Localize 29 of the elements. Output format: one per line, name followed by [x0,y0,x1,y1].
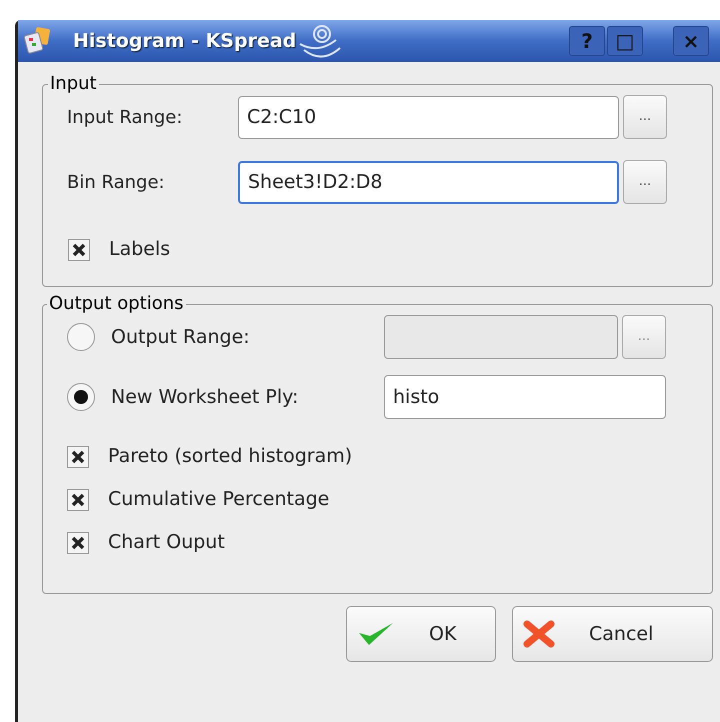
cancel-button[interactable]: Cancel [512,606,713,662]
browse-button[interactable]: ... [623,160,667,204]
checkbox-label: Labels [109,237,170,262]
radio-label: New Worksheet Ply: [111,384,300,410]
radio-label: Output Range: [111,324,251,350]
cross-mark-icon [70,534,86,550]
checkbox-label: Chart Ouput [108,530,225,556]
cross-mark-icon [70,492,86,508]
checkbox[interactable] [67,446,89,468]
checkbox[interactable] [68,238,90,260]
group-title: Output options [48,295,185,313]
range-field[interactable]: Sheet3!D2:D8 [238,160,619,204]
radio-button[interactable] [67,383,95,411]
spreadsheet-icon [23,26,53,56]
field-label: Bin Range: [67,170,166,194]
browse-button[interactable]: ... [623,95,667,139]
checkbox-label: Pareto (sorted histogram) [108,444,352,470]
checkbox[interactable] [67,532,89,554]
cross-mark-icon [70,448,86,464]
ok-button[interactable]: OK [346,606,496,662]
cross-mark-icon [71,242,87,258]
checkbox[interactable] [67,488,89,510]
checkbox-label: Cumulative Percentage [108,487,330,512]
range-field[interactable]: C2:C10 [238,96,619,138]
group-title: Input [49,75,98,93]
field-label: Input Range: [67,106,184,130]
cross-icon [523,618,555,650]
window-title: Histogram - KSpread [73,28,296,54]
text-field[interactable]: histo [384,375,666,419]
